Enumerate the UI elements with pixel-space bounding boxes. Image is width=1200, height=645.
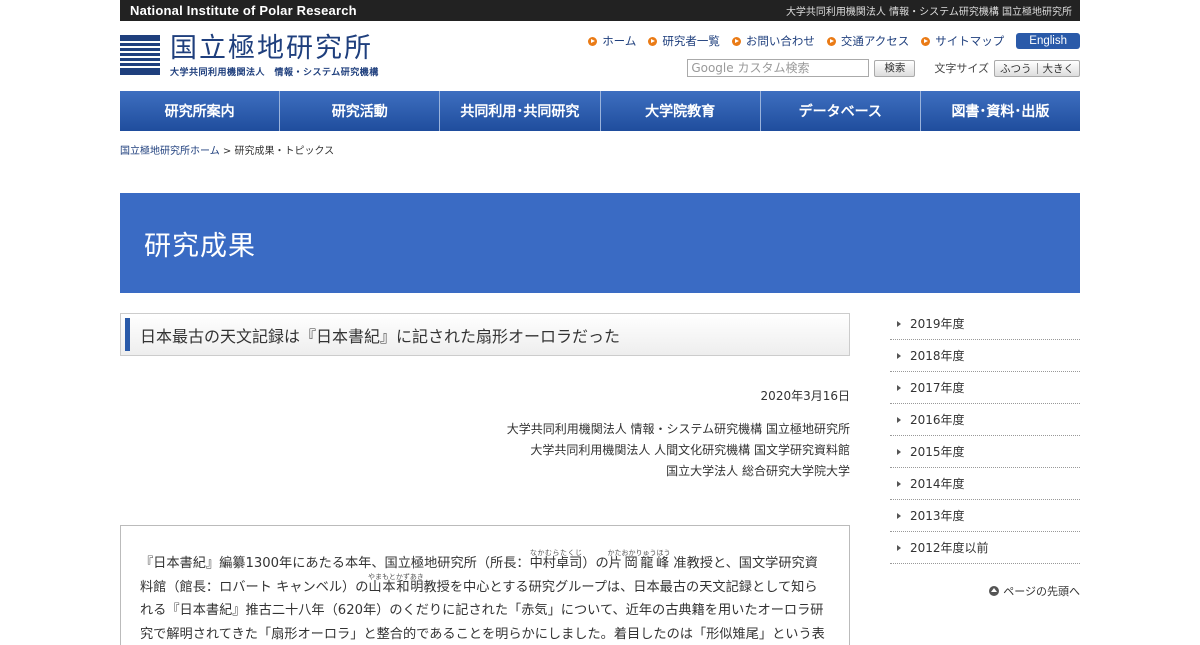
arrow-up-circle-icon: [989, 586, 1000, 596]
sidebar-item-2019[interactable]: 2019年度: [890, 308, 1080, 340]
arrow-circle-icon: [826, 36, 836, 46]
triangle-right-icon: [897, 352, 901, 359]
arrow-circle-icon: [921, 36, 931, 46]
gnav-library[interactable]: 図書･資料･出版: [921, 91, 1080, 131]
triangle-right-icon: [897, 384, 901, 391]
font-size-label: 文字サイズ: [934, 62, 989, 75]
triangle-right-icon: [897, 480, 901, 487]
gnav-research[interactable]: 研究活動: [280, 91, 441, 131]
util-link-contact[interactable]: お問い合わせ: [731, 33, 815, 49]
logo-mark-icon: [120, 35, 160, 75]
triangle-right-icon: [897, 448, 901, 455]
triangle-right-icon: [897, 320, 901, 327]
article-date: 2020年3月16日: [760, 389, 850, 403]
arrow-circle-icon: [648, 36, 658, 46]
org-line: 大学共同利用機関法人 情報・システム研究機構 国立極地研究所: [506, 422, 850, 436]
font-size-normal-button[interactable]: ふつう: [995, 61, 1037, 76]
site-header: 国立極地研究所 大学共同利用機関法人 情報・システム研究機構 ホーム 研究者一覧…: [120, 21, 1080, 91]
article-title: 日本最古の天文記録は『日本書紀』に記された扇形オーロラだった: [120, 313, 850, 356]
breadcrumb-current: 研究成果・トピックス: [234, 146, 335, 157]
page-title: 研究成果: [120, 193, 1080, 293]
logo-title: 国立極地研究所: [170, 33, 373, 64]
sidebar-item-2015[interactable]: 2015年度: [890, 436, 1080, 468]
site-logo[interactable]: 国立極地研究所 大学共同利用機関法人 情報・システム研究機構: [120, 35, 379, 78]
institute-english-name: National Institute of Polar Research: [130, 3, 357, 18]
breadcrumb-home-link[interactable]: 国立極地研究所ホーム: [120, 146, 220, 157]
sidebar-item-2018[interactable]: 2018年度: [890, 340, 1080, 372]
institute-affiliation: 大学共同利用機関法人 情報・システム研究機構 国立極地研究所: [785, 7, 1072, 18]
english-button[interactable]: English: [1016, 33, 1080, 49]
sidebar-item-2016[interactable]: 2016年度: [890, 404, 1080, 436]
top-bar: National Institute of Polar Research 大学共…: [120, 0, 1080, 21]
sidebar-item-2014[interactable]: 2014年度: [890, 468, 1080, 500]
util-link-sitemap[interactable]: サイトマップ: [921, 33, 1004, 49]
name-ruby: 山本和明やまもとかずあき: [368, 572, 424, 595]
utility-nav: ホーム 研究者一覧 お問い合わせ 交通アクセス サイトマップ English: [576, 33, 1080, 49]
article-body: 『日本書紀』編纂1300年にあたる本年、国立極地研究所（所長：中村卓司なかむらた…: [120, 525, 850, 645]
sidebar-item-2013[interactable]: 2013年度: [890, 500, 1080, 532]
sidebar-item-2017[interactable]: 2017年度: [890, 372, 1080, 404]
search-button[interactable]: 検索: [874, 59, 916, 77]
name-ruby: 中村卓司なかむらたくじ: [529, 549, 583, 571]
article: 日本最古の天文記録は『日本書紀』に記された扇形オーロラだった 2020年3月16…: [120, 313, 850, 645]
search-input[interactable]: Google カスタム検索: [687, 59, 870, 77]
org-line: 国立大学法人 総合研究大学院大学: [666, 464, 850, 478]
year-sidebar: 2019年度 2018年度 2017年度 2016年度 2015年度 2014年…: [890, 308, 1080, 564]
util-link-home[interactable]: ホーム: [588, 33, 636, 49]
name-ruby: 片岡龍峰かたおかりゅうほう: [607, 549, 671, 571]
triangle-right-icon: [897, 512, 901, 519]
util-link-researchers[interactable]: 研究者一覧: [648, 33, 720, 49]
util-link-access[interactable]: 交通アクセス: [826, 33, 909, 49]
font-size-switcher: ふつう 大きく: [994, 59, 1080, 77]
page-top-link[interactable]: ページの先頭へ: [989, 583, 1080, 599]
article-organizations: 大学共同利用機関法人 情報・システム研究機構 国立極地研究所 大学共同利用機関法…: [120, 419, 850, 482]
gnav-graduate[interactable]: 大学院教育: [601, 91, 761, 131]
triangle-right-icon: [897, 416, 901, 423]
search-row: Google カスタム検索 検索 文字サイズ ふつう 大きく: [687, 59, 1080, 77]
sidebar-item-2012-earlier[interactable]: 2012年度以前: [890, 532, 1080, 564]
breadcrumb-separator: >: [222, 146, 232, 157]
font-size-large-button[interactable]: 大きく: [1038, 61, 1080, 76]
breadcrumb: 国立極地研究所ホーム > 研究成果・トピックス: [120, 142, 1080, 157]
arrow-circle-icon: [588, 36, 598, 46]
triangle-right-icon: [897, 544, 901, 551]
global-nav: 研究所案内 研究活動 共同利用･共同研究 大学院教育 データベース 図書･資料･…: [120, 91, 1080, 131]
logo-subtitle: 大学共同利用機関法人 情報・システム研究機構: [170, 68, 379, 78]
gnav-joint-research[interactable]: 共同利用･共同研究: [440, 91, 601, 131]
org-line: 大学共同利用機関法人 人間文化研究機構 国文学研究資料館: [530, 443, 850, 457]
gnav-database[interactable]: データベース: [761, 91, 921, 131]
gnav-about[interactable]: 研究所案内: [120, 91, 281, 131]
arrow-circle-icon: [731, 36, 741, 46]
